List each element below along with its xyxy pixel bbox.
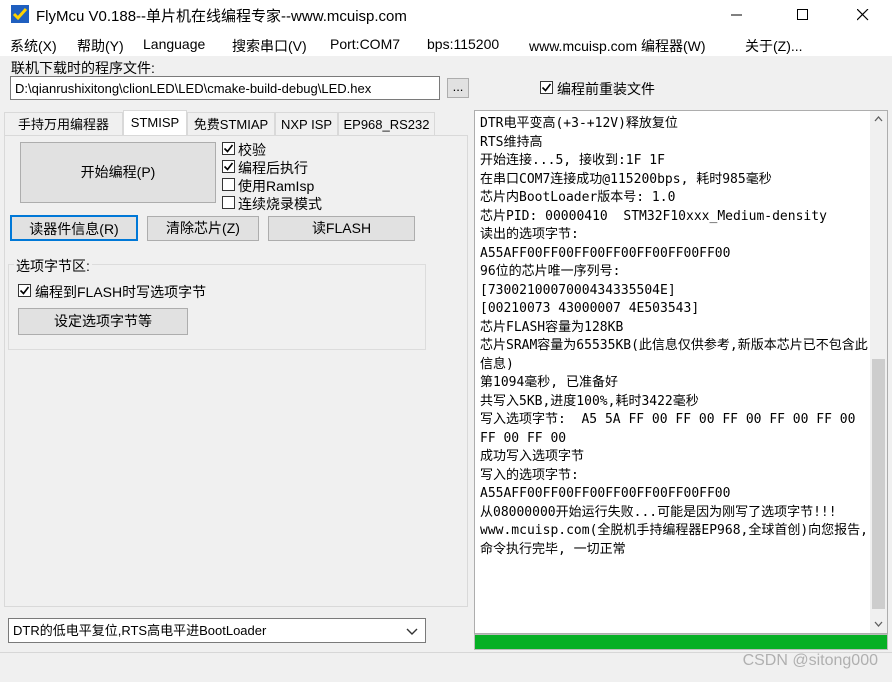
progress-fill: [475, 635, 887, 649]
title-bar: FlyMcu V0.188--单片机在线编程专家--www.mcuisp.com: [0, 0, 892, 30]
menu-programmer[interactable]: www.mcuisp.com 编程器(W): [529, 36, 706, 56]
set-option-bytes-button[interactable]: 设定选项字节等: [18, 308, 188, 335]
menu-help[interactable]: 帮助(Y): [77, 36, 124, 56]
tab-stmiap[interactable]: 免费STMIAP: [187, 112, 275, 135]
log-line: 共写入5KB,进度100%,耗时3422毫秒: [480, 393, 699, 409]
log-line: 芯片PID: 00000410 STM32F10xxx_Medium-densi…: [480, 208, 827, 224]
run-after-checkbox[interactable]: [222, 160, 235, 173]
checkmark-icon: [541, 83, 552, 92]
menu-about[interactable]: 关于(Z)...: [745, 36, 803, 56]
log-line: RTS维持高: [480, 134, 543, 150]
log-line: 从08000000开始运行失败...可能是因为刚写了选项字节!!!: [480, 504, 837, 520]
log-line: 芯片FLASH容量为128KB: [480, 319, 624, 335]
menu-search-port[interactable]: 搜索串口(V): [232, 36, 307, 56]
run-after-label: 编程后执行: [238, 160, 308, 176]
log-line: 写入的选项字节:: [480, 467, 579, 483]
clear-chip-button[interactable]: 清除芯片(Z): [147, 216, 259, 241]
log-line: DTR电平变高(+3-+12V)释放复位: [480, 116, 678, 131]
file-label: 联机下载时的程序文件:: [11, 60, 155, 76]
reset-mode-select[interactable]: DTR的低电平复位,RTS高电平进BootLoader: [8, 618, 426, 643]
maximize-icon: [797, 9, 808, 20]
log-line: A55AFF00FF00FF00FF00FF00FF00FF00: [480, 245, 731, 261]
reload-file-label: 编程前重装文件: [557, 81, 655, 97]
log-line: 第1094毫秒, 已准备好: [480, 375, 618, 390]
menu-bar: 系统(X) 帮助(Y) Language 搜索串口(V) Port:COM7 b…: [0, 34, 892, 56]
close-icon: [857, 9, 869, 21]
window-title: FlyMcu V0.188--单片机在线编程专家--www.mcuisp.com: [36, 8, 407, 25]
reload-file-checkbox[interactable]: [540, 81, 553, 94]
scroll-down-icon[interactable]: [874, 619, 883, 628]
log-line: 在串口COM7连接成功@115200bps, 耗时985毫秒: [480, 171, 772, 187]
option-byte-group: [8, 264, 426, 350]
scroll-up-icon[interactable]: [874, 115, 883, 124]
use-ramisp-label: 使用RamIsp: [238, 178, 315, 194]
chevron-down-icon: [406, 628, 418, 635]
log-line: 芯片内BootLoader版本号: 1.0: [480, 190, 676, 205]
read-device-info-button[interactable]: 读器件信息(R): [10, 215, 138, 241]
minimize-button[interactable]: [714, 0, 760, 30]
checkmark-icon: [223, 144, 234, 153]
log-line: [7300210007000434335504E]: [480, 282, 676, 298]
log-line: www.mcuisp.com(全脱机手持编程器EP968,全球首创)向您报告, …: [480, 523, 869, 557]
tab-handheld[interactable]: 手持万用编程器: [4, 112, 123, 135]
continuous-mode-checkbox[interactable]: [222, 196, 235, 209]
write-option-label: 编程到FLASH时写选项字节: [35, 284, 207, 300]
verify-label: 校验: [238, 142, 266, 158]
log-line: 写入选项字节: A5 5A FF 00 FF 00 FF 00 FF 00 FF…: [480, 412, 864, 446]
minimize-icon: [731, 14, 742, 16]
close-button[interactable]: [840, 0, 886, 30]
scroll-thumb[interactable]: [872, 359, 885, 609]
reset-mode-value: DTR的低电平复位,RTS高电平进BootLoader: [13, 623, 267, 638]
tab-nxp-isp[interactable]: NXP ISP: [275, 112, 338, 135]
write-option-checkbox[interactable]: [18, 284, 31, 297]
log-line: 读出的选项字节:: [480, 227, 579, 242]
browse-button[interactable]: ...: [447, 78, 469, 98]
progress-bar: [474, 634, 888, 650]
checkmark-icon: [223, 162, 234, 171]
file-path-input[interactable]: D:\qianrushixitong\clionLED\LED\cmake-bu…: [10, 76, 440, 100]
log-scrollbar[interactable]: [870, 111, 887, 633]
stmisp-panel: [4, 135, 468, 607]
log-line: 96位的芯片唯一序列号:: [480, 264, 621, 279]
menu-bps[interactable]: bps:115200: [427, 36, 499, 52]
log-text: DTR电平变高(+3-+12V)释放复位 RTS维持高开始连接...5, 接收到:…: [480, 115, 868, 559]
log-line: 开始连接...5, 接收到:1F 1F: [480, 153, 665, 168]
menu-language[interactable]: Language: [143, 36, 205, 52]
tab-stmisp[interactable]: STMISP: [123, 110, 187, 136]
verify-checkbox[interactable]: [222, 142, 235, 155]
log-output[interactable]: DTR电平变高(+3-+12V)释放复位 RTS维持高开始连接...5, 接收到:…: [474, 110, 888, 634]
menu-port[interactable]: Port:COM7: [330, 36, 400, 52]
read-flash-button[interactable]: 读FLASH: [268, 216, 415, 241]
maximize-button[interactable]: [780, 0, 826, 30]
log-line: [00210073 43000007 4E503543]: [480, 301, 700, 316]
log-line: 成功写入选项字节: [480, 449, 585, 464]
app-icon: [11, 5, 29, 23]
menu-system[interactable]: 系统(X): [10, 36, 57, 56]
use-ramisp-checkbox[interactable]: [222, 178, 235, 191]
checkmark-icon: [19, 286, 30, 295]
watermark: CSDN @sitong000: [742, 652, 878, 669]
option-byte-group-title: 选项字节区:: [14, 256, 92, 276]
continuous-mode-label: 连续烧录模式: [238, 196, 322, 212]
start-program-button[interactable]: 开始编程(P): [20, 142, 216, 203]
log-line: 芯片SRAM容量为65535KB(此信息仅供参考,新版本芯片已不包含此信息): [480, 338, 868, 372]
tab-ep968[interactable]: EP968_RS232: [338, 112, 435, 135]
log-line: A55AFF00FF00FF00FF00FF00FF00FF00: [480, 486, 731, 501]
